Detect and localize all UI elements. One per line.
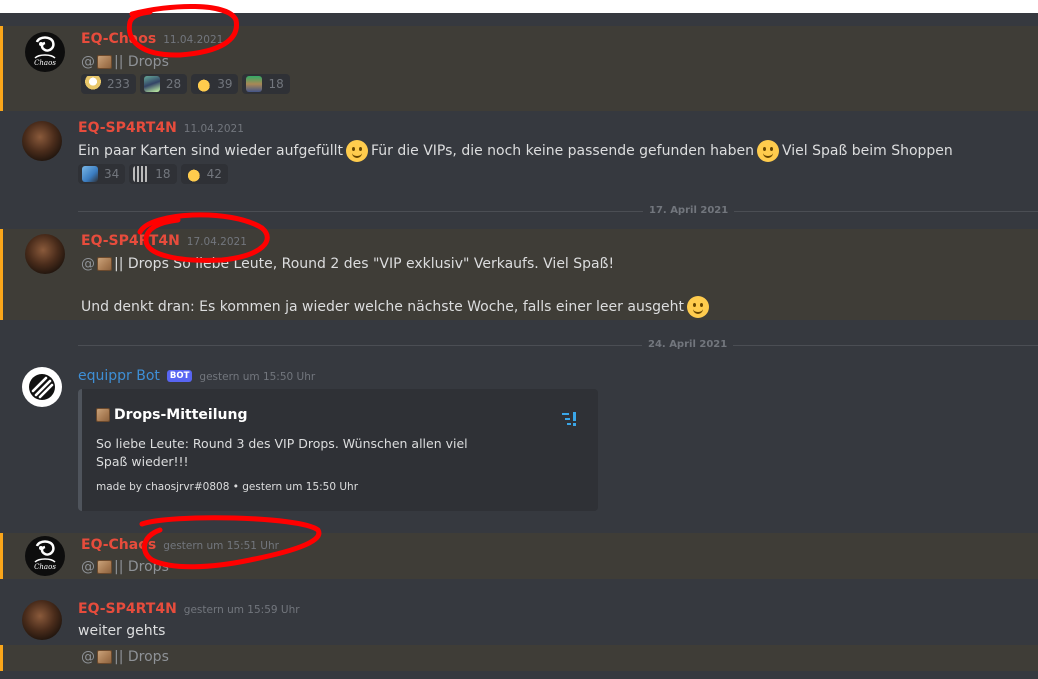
username[interactable]: equippr Bot [78,368,160,384]
role-mention[interactable]: @ || Drops [81,52,169,72]
role-mention[interactable]: @ || Drops [81,647,169,667]
reaction-thumbs-up[interactable]: 39 [191,74,239,94]
message-eq-spartan-2[interactable]: EQ-SP4RT4N 17.04.2021 @ || Drops So lieb… [0,229,1038,320]
reaction-count: 18 [155,167,171,181]
message-eq-spartan-3[interactable]: EQ-SP4RT4N gestern um 15:59 Uhr weiter g… [0,597,1038,645]
message-text-part: Ein paar Karten sind wieder aufgefüllt [78,143,344,159]
username[interactable]: EQ-SP4RT4N [78,120,177,136]
avatar[interactable] [25,234,65,274]
timestamp[interactable]: gestern um 15:51 Uhr [163,540,279,552]
slight-smile-icon [346,140,369,162]
timestamp[interactable]: gestern um 15:50 Uhr [199,371,315,383]
loot-emoji-icon [143,76,160,92]
username[interactable]: EQ-Chaos [81,537,156,553]
reaction-duck[interactable]: 233 [81,74,136,94]
message-text-part: Viel Spaß beim Shoppen [781,143,953,159]
embed-title-text: Drops-Mitteilung [114,407,248,423]
role-name: || Drops [114,559,169,575]
reaction-player[interactable]: 34 [78,164,126,184]
message-text: @ || Drops So liebe Leute, Round 2 des "… [81,253,614,275]
message-text-second-line: Und denkt dran: Es kommen ja wieder welc… [81,295,712,319]
message-header: equippr Bot BOT gestern um 15:50 Uhr [78,368,315,386]
discount-off-icon [133,166,150,182]
date-divider [78,345,1038,346]
svg-text:Chaos: Chaos [34,563,56,571]
reaction-count: 39 [217,77,233,91]
message-header: EQ-Chaos 11.04.2021 [81,31,223,49]
reaction-count: 42 [206,167,222,181]
message-eq-spartan-1[interactable]: EQ-SP4RT4N 11.04.2021 Ein paar Karten si… [0,116,1038,196]
role-name: || Drops [114,649,169,665]
avatar[interactable] [22,121,62,161]
avatar[interactable]: Chaos [25,536,65,576]
at-sign: @ [81,256,95,272]
player-emoji-icon [82,166,98,182]
message-text-part: Und denkt dran: Es kommen ja wieder welc… [81,299,684,315]
package-icon [96,408,110,422]
package-icon [97,560,112,574]
chaos-logo-icon: Chaos [34,36,56,67]
at-sign: @ [81,559,95,575]
top-window-edge [0,0,1038,13]
thumbs-up-icon [184,166,201,182]
username[interactable]: EQ-Chaos [81,31,156,47]
message-header: EQ-Chaos gestern um 15:51 Uhr [81,537,279,555]
equippr-logo-icon [29,374,55,400]
reaction-count: 34 [104,167,120,181]
timestamp[interactable]: gestern um 15:59 Uhr [184,604,300,616]
hat-emoji-icon [246,76,263,92]
chaos-logo-icon: Chaos [34,540,56,571]
embed-title: Drops-Mitteilung [96,407,247,423]
timestamp[interactable]: 17.04.2021 [187,236,247,248]
role-mention[interactable]: @ || Drops [81,557,169,577]
at-sign: @ [81,54,95,70]
svg-text:Chaos: Chaos [34,59,56,67]
message-header: EQ-SP4RT4N gestern um 15:59 Uhr [78,601,300,619]
avatar[interactable] [22,600,62,640]
slight-smile-icon [686,296,709,318]
chat-message-list[interactable]: Chaos EQ-Chaos 11.04.2021 @ || Drops 233… [0,13,1038,679]
reaction-count: 18 [268,77,284,91]
embed-footer: made by chaosjrvr#0808 • gestern um 15:5… [96,481,359,493]
reaction-count: 28 [165,77,182,91]
embed-description: So liebe Leute: Round 3 des VIP Drops. W… [96,436,468,469]
package-icon [97,55,112,69]
message-text: Ein paar Karten sind wieder aufgefüllt F… [78,139,953,163]
list-notification-icon [562,412,576,426]
embed-card: Drops-Mitteilung So liebe Leute: Round 3… [78,389,598,511]
slight-smile-icon [756,140,779,162]
reaction-count: 233 [107,77,130,91]
message-text: weiter gehts [78,623,166,639]
reaction-thumbs-up[interactable]: 42 [180,164,228,184]
timestamp[interactable]: 11.04.2021 [184,123,244,135]
reaction-discount[interactable]: 18 [129,164,177,184]
reaction-hat[interactable]: 18 [242,74,290,94]
date-divider [78,211,1038,212]
message-text-part: || Drops So liebe Leute, Round 2 des "VI… [114,256,615,272]
message-text-part: Für die VIPs, die noch keine passende ge… [371,143,754,159]
timestamp[interactable]: 11.04.2021 [163,34,223,46]
reaction-loot[interactable]: 28 [139,74,188,94]
package-icon [97,257,112,271]
package-icon [97,650,112,664]
message-header: EQ-SP4RT4N 17.04.2021 [81,233,247,251]
duck-emoji-icon [85,76,101,92]
role-name: || Drops [114,54,169,70]
message-eq-spartan-3-mention-line[interactable]: @ || Drops [0,645,1038,671]
bot-badge: BOT [166,370,193,382]
username[interactable]: EQ-SP4RT4N [81,233,180,249]
message-eq-chaos-2[interactable]: Chaos EQ-Chaos gestern um 15:51 Uhr @ ||… [0,533,1038,579]
message-eq-chaos-1[interactable]: Chaos EQ-Chaos 11.04.2021 @ || Drops 233… [0,26,1038,111]
avatar[interactable] [22,367,62,407]
reaction-bar: 34 18 42 [78,164,228,184]
avatar[interactable]: Chaos [25,32,65,72]
thumbs-up-icon [195,76,212,92]
username[interactable]: EQ-SP4RT4N [78,601,177,617]
date-divider-label: 24. April 2021 [642,339,734,350]
reaction-bar: 233 28 39 18 [81,74,290,94]
at-sign: @ [81,649,95,665]
message-header: EQ-SP4RT4N 11.04.2021 [78,120,244,138]
date-divider-label: 17. April 2021 [643,205,735,216]
